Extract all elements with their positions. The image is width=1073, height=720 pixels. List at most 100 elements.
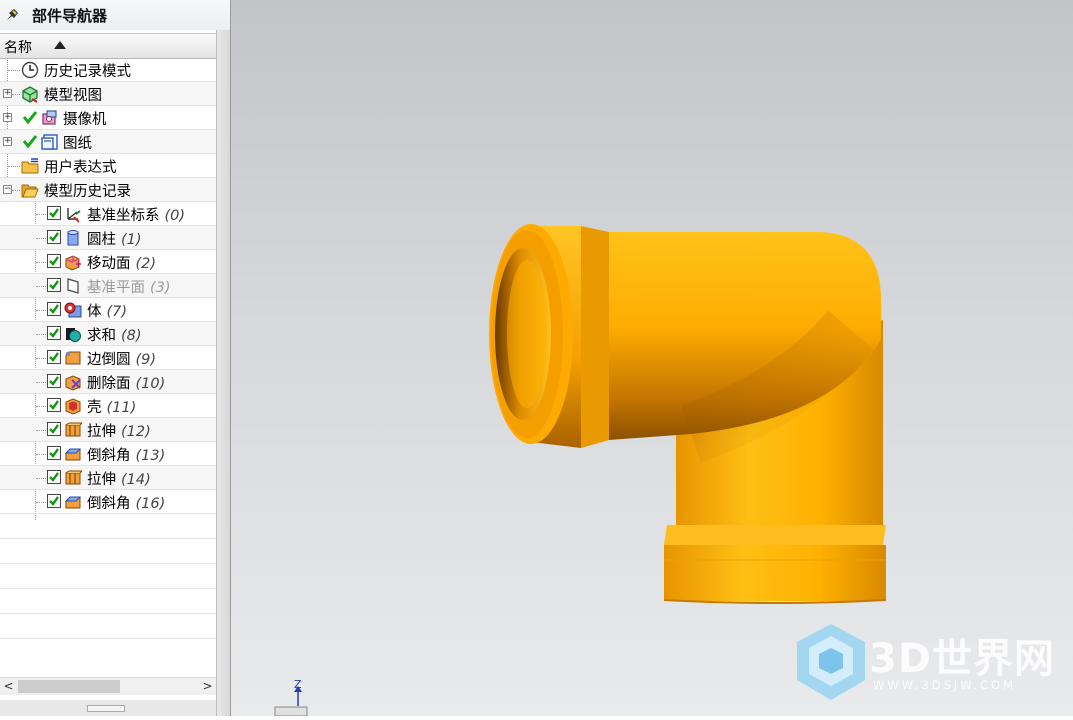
feature-row-move-face[interactable]: 移动面 (2) [0, 250, 216, 274]
feature-label: 边倒圆 (9) [87, 352, 157, 368]
feature-checkbox[interactable] [47, 278, 61, 292]
feature-label: 删除面 (10) [87, 376, 166, 392]
tree-item-model-history[interactable]: − 模型历史记录 [0, 178, 216, 202]
scroll-left-icon[interactable]: < [0, 678, 17, 695]
panel-splitter[interactable] [0, 700, 216, 716]
tree-item-cameras[interactable]: + 摄像机 [0, 106, 216, 130]
panel-resize-border[interactable] [216, 30, 231, 716]
pin-icon[interactable] [4, 7, 20, 23]
tree-item-label: 用户表达式 [44, 160, 117, 176]
empty-row [0, 614, 216, 639]
visible-check-icon[interactable] [22, 109, 38, 125]
delete-face-icon [65, 375, 81, 391]
visible-check-icon[interactable] [22, 133, 38, 149]
empty-row [0, 564, 216, 589]
feature-row-extrude-14[interactable]: 拉伸 (14) [0, 466, 216, 490]
feature-label: 拉伸 (12) [87, 424, 151, 440]
extrude-icon [65, 422, 82, 437]
navigator-title-bar: 部件导航器 [0, 0, 230, 30]
chamfer-icon [64, 496, 82, 509]
watermark-logo-text: 3D世界网 [869, 636, 1056, 682]
empty-row [0, 589, 216, 614]
feature-label: 体 (7) [87, 304, 128, 320]
feature-row-datum-plane[interactable]: 基准平面 (3) [0, 274, 216, 298]
datum-plane-icon [67, 278, 79, 294]
move-face-icon [65, 255, 81, 271]
feature-label: 移动面 (2) [87, 256, 157, 272]
model-view-icon [22, 86, 38, 103]
tree-item-model-views[interactable]: + 模型视图 [0, 82, 216, 106]
datum-csys-icon [67, 208, 81, 223]
edge-blend-icon [65, 351, 81, 365]
feature-checkbox[interactable] [47, 206, 61, 220]
feature-label: 倒斜角 (13) [87, 448, 166, 464]
feature-checkbox[interactable] [47, 470, 61, 484]
feature-row-body[interactable]: 体 (7) [0, 298, 216, 322]
site-watermark: 3D世界网 WWW.3DSJW.COM [791, 622, 1061, 702]
feature-label: 基准坐标系 (0) [87, 208, 186, 224]
tree-item-label: 摄像机 [63, 112, 107, 128]
clock-icon [21, 61, 39, 79]
watermark-url: WWW.3DSJW.COM [873, 678, 1017, 692]
triad-z-label: Z [294, 678, 302, 691]
feature-checkbox[interactable] [47, 350, 61, 364]
chamfer-icon [64, 448, 82, 461]
feature-checkbox[interactable] [47, 254, 61, 268]
view-triad: Z [271, 674, 321, 720]
camera-icon [42, 110, 57, 125]
feature-label: 倒斜角 (16) [87, 496, 166, 512]
feature-row-datum-csys[interactable]: 基准坐标系 (0) [0, 202, 216, 226]
empty-row [0, 514, 216, 539]
feature-row-chamfer-13[interactable]: 倒斜角 (13) [0, 442, 216, 466]
navigator-title: 部件导航器 [32, 7, 108, 25]
feature-checkbox[interactable] [47, 326, 61, 340]
feature-checkbox[interactable] [47, 398, 61, 412]
feature-checkbox[interactable] [47, 422, 61, 436]
collapse-icon[interactable]: − [3, 185, 12, 194]
tree-item-history-mode[interactable]: 历史记录模式 [0, 58, 216, 82]
extrude-icon [65, 470, 82, 485]
feature-row-chamfer-16[interactable]: 倒斜角 (16) [0, 490, 216, 514]
empty-row [0, 539, 216, 564]
graphics-viewport[interactable]: Z 3D世界网 WWW.3DSJW.COM [230, 0, 1073, 717]
body-icon [64, 302, 82, 318]
feature-row-shell[interactable]: 壳 (11) [0, 394, 216, 418]
splitter-grip[interactable] [87, 705, 125, 712]
feature-label: 基准平面 (3) [87, 280, 171, 296]
shell-icon [65, 398, 81, 415]
tree-item-label: 图纸 [63, 136, 92, 152]
feature-label: 圆柱 (1) [87, 232, 142, 248]
feature-checkbox[interactable] [47, 446, 61, 460]
scroll-right-icon[interactable]: > [199, 678, 216, 695]
tree-item-drawings[interactable]: + 图纸 [0, 130, 216, 154]
tree-item-user-expressions[interactable]: 用户表达式 [0, 154, 216, 178]
folder-open-icon [21, 184, 39, 198]
tree-item-label: 历史记录模式 [44, 64, 131, 80]
expand-icon[interactable]: + [3, 89, 12, 98]
feature-row-cylinder[interactable]: 圆柱 (1) [0, 226, 216, 250]
tree-item-label: 模型视图 [44, 88, 102, 104]
elbow-pipe-model[interactable] [231, 0, 1073, 716]
feature-row-unite[interactable]: 求和 (8) [0, 322, 216, 346]
folder-expression-icon [21, 158, 39, 174]
expand-icon[interactable]: + [3, 113, 12, 122]
feature-checkbox[interactable] [47, 374, 61, 388]
feature-row-delete-face[interactable]: 删除面 (10) [0, 370, 216, 394]
watermark-cube-logo [797, 624, 865, 700]
scroll-thumb[interactable] [18, 680, 120, 693]
expand-icon[interactable]: + [3, 137, 12, 146]
column-header-label: 名称 [4, 40, 32, 56]
horizontal-scrollbar[interactable]: < > [0, 677, 216, 695]
column-header-name[interactable]: 名称 [0, 33, 216, 59]
feature-checkbox[interactable] [47, 302, 61, 316]
feature-row-extrude-12[interactable]: 拉伸 (12) [0, 418, 216, 442]
feature-checkbox[interactable] [47, 494, 61, 508]
sort-ascending-icon [54, 41, 66, 49]
unite-icon [66, 328, 81, 342]
part-navigator-panel: 部件导航器 名称 历史记录模式 + 模型视图 + 摄像机 + 图纸 用户表达式 … [0, 0, 230, 716]
feature-label: 拉伸 (14) [87, 472, 151, 488]
feature-label: 求和 (8) [87, 328, 142, 344]
feature-row-edge-blend[interactable]: 边倒圆 (9) [0, 346, 216, 370]
feature-checkbox[interactable] [47, 230, 61, 244]
cylinder-icon [67, 230, 79, 246]
